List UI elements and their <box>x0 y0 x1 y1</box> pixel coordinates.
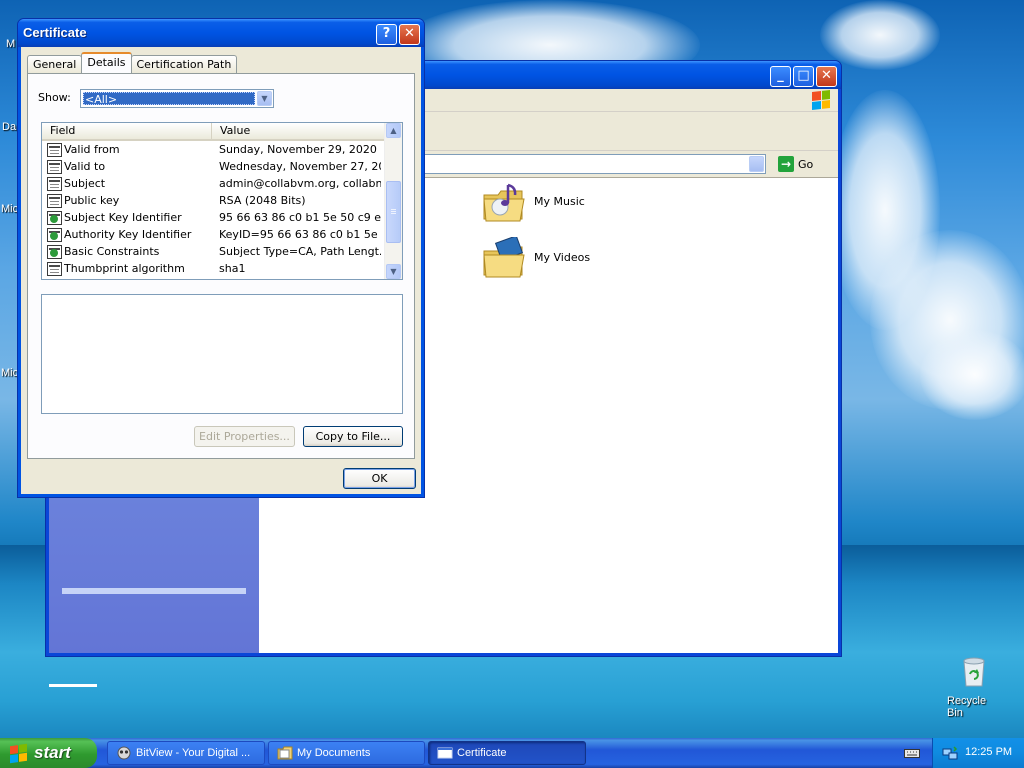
windows-logo-icon <box>10 743 27 764</box>
field-name: Authority Key Identifier <box>64 228 192 241</box>
network-icon[interactable] <box>942 745 958 761</box>
show-select[interactable]: <All> ▼ <box>80 89 274 108</box>
table-row[interactable]: Valid to Wednesday, November 27, 20... <box>42 159 385 176</box>
field-name: Valid from <box>64 143 120 156</box>
cert-extension-icon <box>47 211 62 225</box>
taskbar-item-certificate[interactable]: Certificate <box>428 741 586 765</box>
video-folder-icon <box>482 235 526 278</box>
desktop-icon-label-3[interactable]: Mic <box>1 203 18 215</box>
taskbar-item-bitview[interactable]: BitView - Your Digital ... <box>107 741 265 765</box>
cert-field-icon <box>47 177 62 191</box>
table-row[interactable]: Subject admin@collabvm.org, collabne... <box>42 176 385 193</box>
cert-extension-icon <box>47 228 62 242</box>
system-tray: 12:25 PM <box>932 738 1024 768</box>
table-row[interactable]: Basic Constraints Subject Type=CA, Path L… <box>42 244 385 261</box>
clock[interactable]: 12:25 PM <box>965 746 1012 758</box>
recycle-bin[interactable]: Recycle Bin <box>944 655 1004 719</box>
field-value: Wednesday, November 27, 20... <box>219 160 381 173</box>
dialog-title: Certificate <box>23 25 87 40</box>
field-value: RSA (2048 Bits) <box>219 194 306 207</box>
desktop-icon-label-2[interactable]: Da <box>2 121 16 133</box>
details-panel: Show: <All> ▼ Field Value Valid from Sund… <box>27 73 415 459</box>
start-button[interactable]: start <box>0 738 97 768</box>
my-music-folder[interactable]: My Music <box>482 181 585 222</box>
task-pane-section <box>62 588 246 594</box>
dialog-client-area: General Details Certification Path Show:… <box>21 47 421 494</box>
go-arrow-icon: → <box>778 156 794 172</box>
scroll-up-icon[interactable]: ▲ <box>386 123 401 138</box>
cert-field-icon <box>47 194 62 208</box>
my-videos-label: My Videos <box>534 250 591 264</box>
music-folder-icon <box>482 181 526 222</box>
field-name: Subject Key Identifier <box>64 211 182 224</box>
list-header: Field Value <box>42 123 385 141</box>
field-name: Public key <box>64 194 120 207</box>
table-row[interactable]: Thumbprint algorithm sha1 <box>42 261 385 278</box>
cert-field-icon <box>47 160 62 174</box>
cert-field-icon <box>47 143 62 157</box>
certificate-dialog[interactable]: Certificate ? ✕ General Details Certific… <box>17 18 425 498</box>
start-label: start <box>34 743 71 762</box>
field-name: Subject <box>64 177 106 190</box>
taskbar: start BitView - Your Digital ... My Docu… <box>0 738 1024 768</box>
field-value: KeyID=95 66 63 86 c0 b1 5e 5... <box>219 228 381 241</box>
maximize-button[interactable]: □ <box>793 66 814 87</box>
go-label: Go <box>798 157 814 171</box>
chevron-down-icon[interactable]: ▼ <box>257 91 272 106</box>
column-header-value[interactable]: Value <box>212 123 385 139</box>
field-value: admin@collabvm.org, collabne... <box>219 177 381 190</box>
minimize-button[interactable]: _ <box>770 66 791 87</box>
taskbar-item-label: My Documents <box>297 747 371 759</box>
recycle-bin-label: Recycle Bin <box>947 695 987 719</box>
list-scrollbar[interactable]: ▲ ▼ <box>384 123 402 279</box>
scrollbar-thumb[interactable] <box>386 181 401 243</box>
taskbar-item-my-documents[interactable]: My Documents <box>268 741 425 765</box>
show-select-value: <All> <box>83 92 255 106</box>
address-dropdown-button[interactable] <box>749 156 764 172</box>
column-header-field[interactable]: Field <box>42 123 212 139</box>
keyboard-icon[interactable] <box>904 747 920 759</box>
tab-details[interactable]: Details <box>81 52 132 73</box>
close-button[interactable]: ✕ <box>816 66 837 87</box>
certificate-title-bar[interactable]: Certificate ? ✕ <box>18 19 424 47</box>
dialog-close-button[interactable]: ✕ <box>399 24 420 45</box>
ok-button[interactable]: OK <box>343 468 416 489</box>
table-row[interactable]: Public key RSA (2048 Bits) <box>42 193 385 210</box>
tab-general[interactable]: General <box>27 55 83 73</box>
show-label: Show: <box>38 91 71 104</box>
field-name: Valid to <box>64 160 106 173</box>
certificate-icon <box>437 747 453 759</box>
task-pane-divider <box>49 684 97 687</box>
desktop-icon-label-4[interactable]: Mic <box>1 367 18 379</box>
folder-icon <box>277 746 293 760</box>
taskbar-item-label: Certificate <box>457 747 507 759</box>
field-value: Subject Type=CA, Path Lengt... <box>219 245 381 258</box>
edit-properties-button[interactable]: Edit Properties... <box>194 426 295 447</box>
field-value: sha1 <box>219 262 246 275</box>
go-button[interactable]: → Go <box>778 154 826 174</box>
desktop-icon-label-1[interactable]: M <box>6 38 15 50</box>
my-music-label: My Music <box>534 194 585 208</box>
field-value: Sunday, November 29, 2020 1... <box>219 143 381 156</box>
my-videos-folder[interactable]: My Videos <box>482 235 591 278</box>
field-name: Thumbprint algorithm <box>64 262 185 275</box>
table-row[interactable]: Valid from Sunday, November 29, 2020 1... <box>42 142 385 159</box>
field-value: 95 66 63 86 c0 b1 5e 50 c9 eb... <box>219 211 381 224</box>
copy-to-file-button[interactable]: Copy to File... <box>303 426 403 447</box>
windows-logo-icon <box>812 90 830 110</box>
recycle-bin-icon <box>961 657 987 687</box>
scroll-down-icon[interactable]: ▼ <box>386 264 401 279</box>
fields-list[interactable]: Field Value Valid from Sunday, November 2… <box>41 122 403 280</box>
tab-strip: General Details Certification Path <box>27 52 238 73</box>
cert-critical-extension-icon <box>47 245 62 259</box>
help-button[interactable]: ? <box>376 24 397 45</box>
table-row[interactable]: Subject Key Identifier 95 66 63 86 c0 b1 … <box>42 210 385 227</box>
field-detail-box[interactable] <box>41 294 403 414</box>
field-name: Basic Constraints <box>64 245 160 258</box>
cert-property-icon <box>47 262 62 276</box>
table-row[interactable]: Authority Key Identifier KeyID=95 66 63 8… <box>42 227 385 244</box>
taskbar-item-label: BitView - Your Digital ... <box>136 747 251 759</box>
tab-certification-path[interactable]: Certification Path <box>130 55 238 73</box>
bitview-icon <box>117 746 131 760</box>
